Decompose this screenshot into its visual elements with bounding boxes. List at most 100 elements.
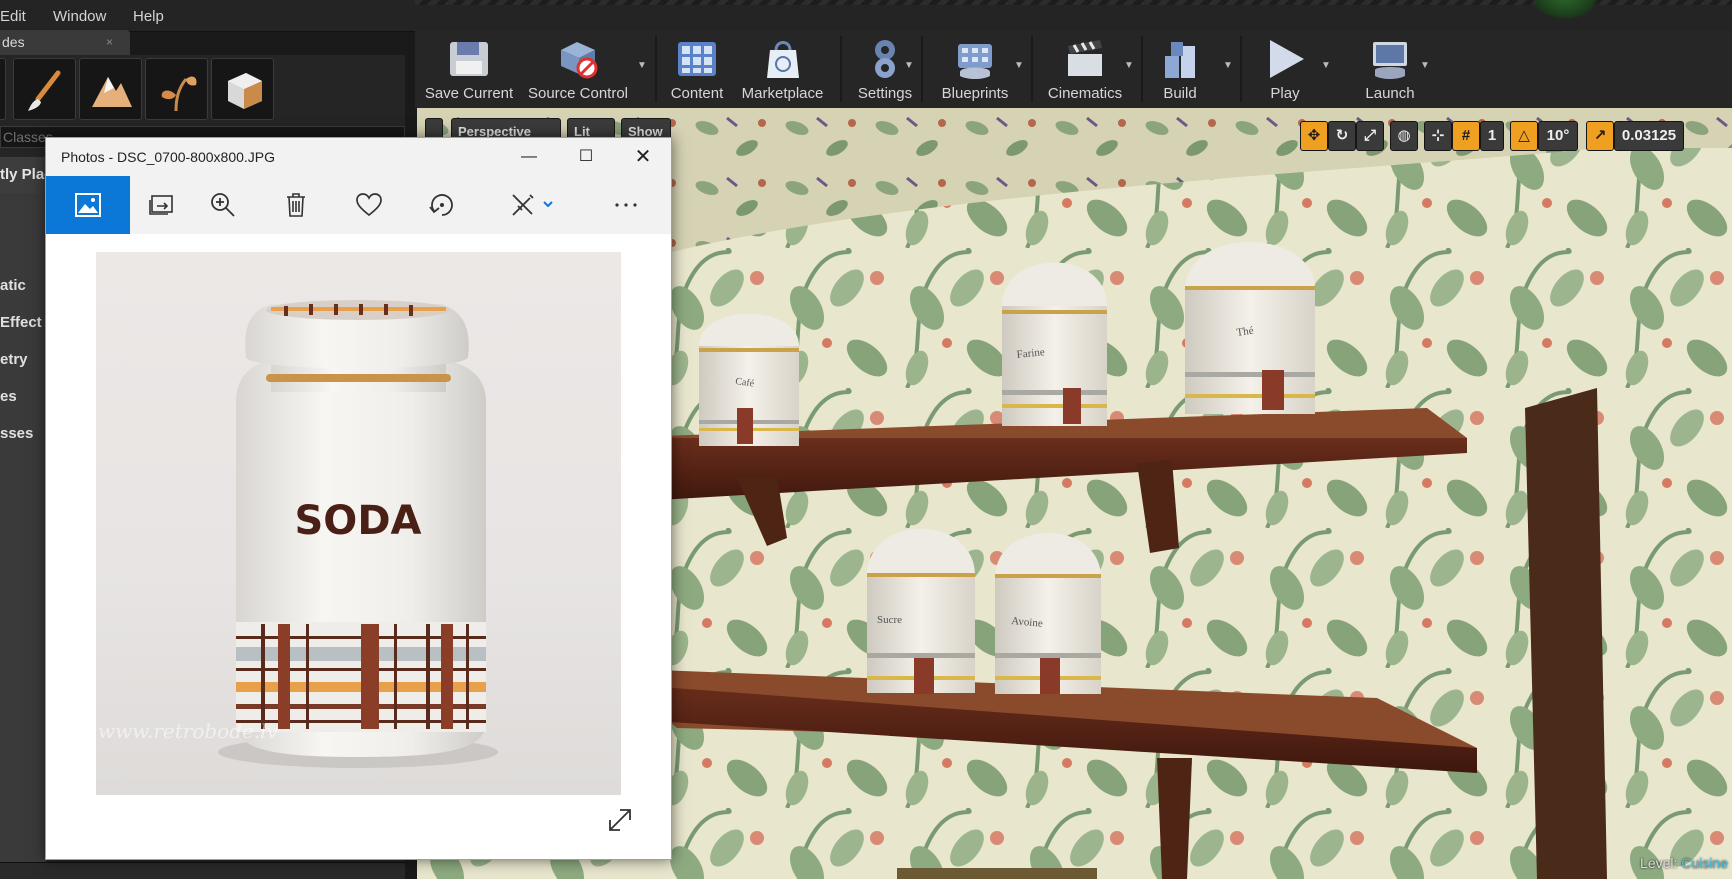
zoom-button[interactable]	[192, 176, 254, 234]
chevron-down-icon[interactable]: ▼	[1014, 60, 1024, 71]
chevron-down-icon[interactable]: ▼	[1124, 60, 1134, 71]
photo-image[interactable]: SODA www.retrobode.lv	[96, 252, 621, 795]
build-button[interactable]: Build	[1145, 34, 1215, 104]
minimize-icon[interactable]: —	[501, 138, 557, 176]
rotation-snap-value[interactable]: 10°	[1538, 121, 1578, 151]
canister-farine[interactable]: Farine	[1002, 262, 1107, 427]
more-button[interactable]	[580, 176, 671, 234]
build-label: Build	[1163, 85, 1197, 102]
favorite-button[interactable]	[338, 176, 400, 234]
rotation-snap-icon[interactable]: △	[1510, 121, 1538, 151]
maximize-icon[interactable]: ☐	[558, 138, 614, 176]
menu-window[interactable]: Window	[53, 8, 106, 25]
canister-the[interactable]: Thé	[1185, 242, 1315, 414]
photo-watermark: www.retrobode.lv	[98, 719, 279, 743]
toolbar-separator	[655, 36, 657, 102]
geometry-mode-icon	[228, 73, 262, 109]
geometry-mode-button[interactable]	[211, 58, 274, 120]
play-triangle-icon	[1270, 40, 1304, 78]
content-button[interactable]: Content	[662, 34, 732, 104]
chevron-down-icon[interactable]: ▼	[637, 60, 647, 71]
translate-tool-icon[interactable]: ✥	[1300, 121, 1328, 151]
main-toolbar: Save Current Source Control ▼ Content Ma…	[415, 30, 1732, 108]
blueprints-button[interactable]: Blueprints	[930, 34, 1020, 104]
level-name: Cuisine	[1681, 855, 1728, 871]
edit-create-button[interactable]	[484, 176, 580, 234]
delete-button[interactable]	[254, 176, 338, 234]
play-label: Play	[1270, 85, 1300, 102]
chevron-down-icon[interactable]: ▼	[1321, 60, 1331, 71]
world-space-icon[interactable]: ◍	[1390, 121, 1418, 151]
toolbar-separator	[1141, 36, 1143, 102]
level-indicator: Level: Cuisine	[1640, 855, 1728, 871]
modes-tab[interactable]: des ×	[0, 30, 130, 55]
zoom-icon	[211, 193, 235, 217]
rotate-tool-icon[interactable]: ↻	[1328, 121, 1356, 151]
grid-snap-icon[interactable]: #	[1452, 121, 1480, 151]
place-mode-button[interactable]	[0, 58, 6, 120]
scale-snap-icon[interactable]: ↗	[1586, 121, 1614, 151]
menu-help[interactable]: Help	[133, 8, 164, 25]
scale-tool-icon[interactable]: ⤢	[1356, 121, 1384, 151]
canister-sucre-label: Sucre	[877, 614, 902, 626]
rotate-button[interactable]	[400, 176, 484, 234]
category-all-classes[interactable]: sses	[0, 425, 33, 442]
play-button[interactable]: Play	[1245, 34, 1325, 104]
canister-sucre[interactable]: Sucre	[867, 528, 975, 694]
level-label: Level:	[1640, 855, 1678, 871]
soda-jar-photo: SODA www.retrobode.lv	[98, 300, 498, 768]
scale-snap-value[interactable]: 0.03125	[1614, 121, 1684, 151]
landscape-mode-button[interactable]	[79, 58, 142, 120]
view-image-button[interactable]	[46, 176, 130, 234]
close-icon[interactable]: ✕	[615, 138, 671, 176]
source-control-icon	[561, 42, 598, 79]
build-cubes-icon	[1165, 42, 1195, 78]
paint-mode-button[interactable]	[13, 58, 76, 120]
slideshow-button[interactable]	[130, 176, 192, 234]
close-icon[interactable]: ×	[106, 35, 113, 49]
save-current-button[interactable]: Save Current	[421, 34, 517, 104]
toolbar-separator	[1240, 36, 1242, 102]
launch-gamepad-icon	[1373, 42, 1407, 79]
photo-canvas: SODA www.retrobode.lv	[46, 234, 671, 859]
favorite-heart-icon	[356, 193, 382, 217]
foliage-mode-icon	[161, 76, 197, 112]
clapper-icon	[1068, 40, 1102, 76]
blueprints-label: Blueprints	[941, 85, 1009, 102]
delete-icon	[287, 193, 305, 217]
photos-toolbar	[46, 176, 671, 234]
category-geometry[interactable]: etry	[0, 351, 28, 368]
source-control-button[interactable]: Source Control	[523, 34, 633, 104]
canister-cafe[interactable]: Café	[699, 313, 799, 446]
cinematics-button[interactable]: Cinematics	[1035, 34, 1135, 104]
photos-titlebar[interactable]: Photos - DSC_0700-800x800.JPG — ☐ ✕	[46, 138, 671, 176]
marketplace-bag-icon	[766, 41, 799, 78]
slideshow-icon	[149, 195, 173, 215]
marketplace-label: Marketplace	[741, 85, 824, 102]
foliage-mode-button[interactable]	[145, 58, 208, 120]
menu-edit[interactable]: Edit	[0, 8, 26, 25]
view-image-icon	[75, 193, 101, 217]
canister-avoine[interactable]: Avoine	[995, 533, 1101, 694]
settings-gear-icon	[875, 40, 895, 78]
expand-button[interactable]	[606, 806, 636, 836]
category-volumes[interactable]: es	[0, 388, 17, 405]
paint-mode-icon	[28, 70, 61, 111]
chevron-down-icon[interactable]: ▼	[904, 60, 914, 71]
chevron-down-icon[interactable]: ▼	[1420, 60, 1430, 71]
blueprints-icon	[958, 44, 992, 79]
category-list: atic Effect etry es sses	[0, 193, 46, 879]
content-grid-icon	[678, 42, 716, 76]
source-control-label: Source Control	[527, 85, 629, 102]
landscape-mode-icon	[92, 77, 132, 107]
marketplace-button[interactable]: Marketplace	[735, 34, 830, 104]
surface-snap-icon[interactable]: ⊹	[1424, 121, 1452, 151]
settings-label: Settings	[857, 85, 913, 102]
grid-snap-value[interactable]: 1	[1480, 121, 1504, 151]
cinematics-label: Cinematics	[1047, 85, 1123, 102]
toolbar-separator	[1031, 36, 1033, 102]
chevron-down-icon[interactable]: ▼	[1223, 60, 1233, 71]
category-basic[interactable]: atic	[0, 277, 26, 294]
toolbar-separator	[840, 36, 842, 102]
category-visual-effects[interactable]: Effect	[0, 314, 42, 331]
